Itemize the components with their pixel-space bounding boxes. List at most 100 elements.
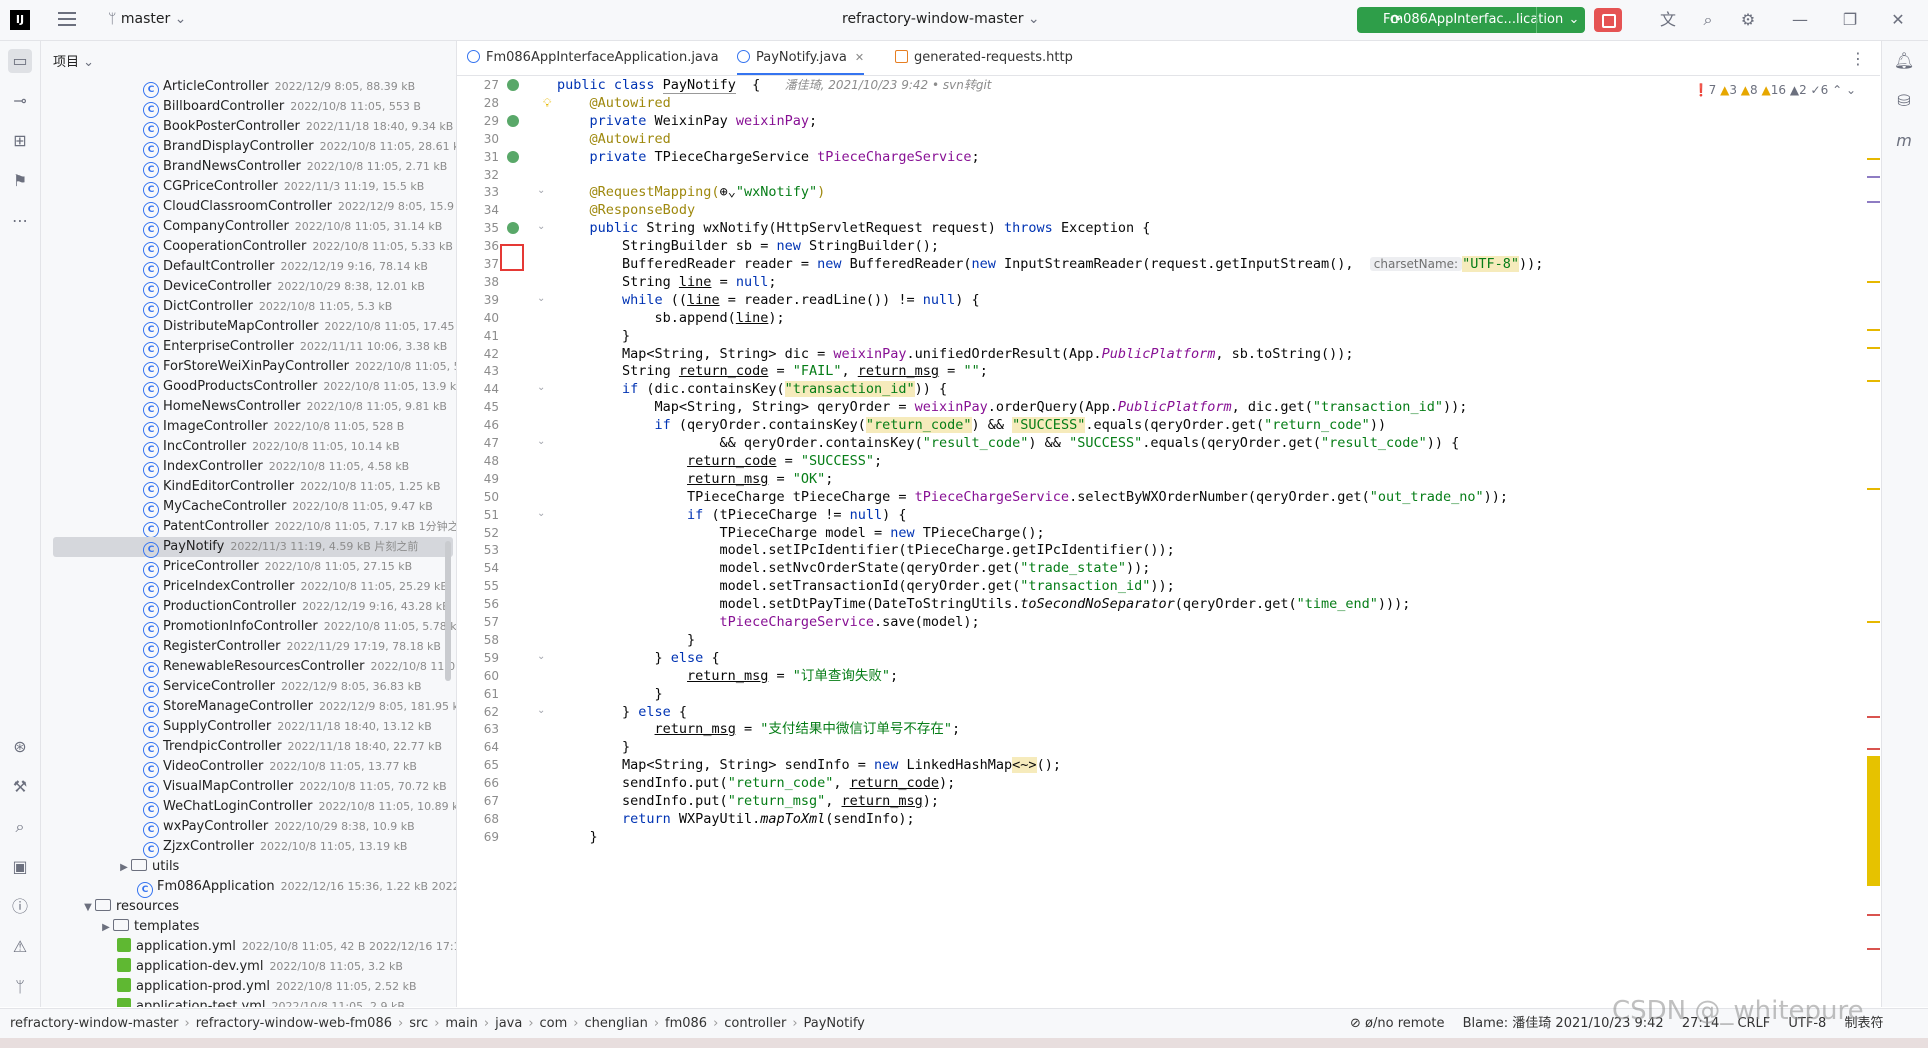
close-icon[interactable]: ✕ bbox=[855, 51, 864, 64]
tree-item[interactable]: ▼ resources bbox=[41, 897, 456, 917]
tree-item[interactable]: C PatentController 2022/10/8 11:05, 7.17 k… bbox=[41, 517, 456, 538]
stop-button[interactable] bbox=[1594, 8, 1622, 32]
tree-item[interactable]: C StoreManageController 2022/12/9 8:05, 18… bbox=[41, 697, 456, 718]
find-icon[interactable]: ⌕ bbox=[8, 815, 32, 839]
maven-icon[interactable]: m bbox=[1892, 129, 1916, 153]
line-number[interactable]: 69 bbox=[457, 826, 499, 848]
fold-icon[interactable]: ⌄ bbox=[537, 293, 545, 304]
tree-item[interactable]: C WeChatLoginController 2022/10/8 11:05, 1… bbox=[41, 797, 456, 818]
tree-item[interactable]: C DeviceController 2022/10/29 8:38, 12.01 … bbox=[41, 277, 456, 298]
code-line[interactable]: return WXPayUtil.mapToXml(sendInfo); bbox=[557, 808, 915, 830]
breadcrumb-item[interactable]: com bbox=[540, 1016, 568, 1031]
tree-item[interactable]: C IncController 2022/10/8 11:05, 10.14 kB bbox=[41, 437, 456, 458]
services-icon[interactable]: ⊛ bbox=[8, 735, 32, 759]
spring-bean-icon[interactable] bbox=[507, 79, 519, 91]
stripe-mark[interactable] bbox=[1867, 948, 1880, 950]
chevron-down-icon[interactable]: ⌄ bbox=[1536, 7, 1585, 33]
stripe-block[interactable] bbox=[1867, 756, 1880, 886]
tree-item[interactable]: C CompanyController 2022/10/8 11:05, 31.14… bbox=[41, 217, 456, 238]
tree-item[interactable]: C BookPosterController 2022/11/18 18:40, 9… bbox=[41, 117, 456, 138]
stripe-mark[interactable] bbox=[1867, 281, 1880, 283]
tree-item[interactable]: C ZjzxController 2022/10/8 11:05, 13.19 kB bbox=[41, 837, 456, 858]
tree-item[interactable]: C TrendpicController 2022/11/18 18:40, 22.… bbox=[41, 737, 456, 758]
tree-item[interactable]: C CooperationController 2022/10/8 11:05, 5… bbox=[41, 237, 456, 258]
tree-item[interactable]: C PromotionInfoController 2022/10/8 11:05,… bbox=[41, 617, 456, 638]
spring-bean-icon[interactable] bbox=[507, 114, 519, 127]
tree-item[interactable]: application-prod.yml 2022/10/8 11:05, 2.5… bbox=[41, 977, 456, 997]
tree-item[interactable]: C DistributeMapController 2022/10/8 11:05,… bbox=[41, 317, 456, 338]
stripe-mark[interactable] bbox=[1867, 347, 1880, 349]
structure-icon[interactable]: ⊞ bbox=[8, 129, 32, 153]
fold-icon[interactable]: ⌄ bbox=[537, 508, 545, 519]
project-folder-icon[interactable]: ▭ bbox=[8, 49, 32, 73]
more-icon[interactable]: ⋯ bbox=[8, 209, 32, 233]
fold-icon[interactable]: ⌄ bbox=[537, 382, 545, 393]
project-selector[interactable]: refractory-window-master ⌄ bbox=[842, 11, 1040, 27]
bookmark-icon[interactable]: ⚑ bbox=[8, 169, 32, 193]
spring-bean-icon[interactable] bbox=[507, 150, 519, 163]
warning-icon[interactable]: ⚠ bbox=[8, 935, 32, 959]
tree-item[interactable]: C CloudClassroomController 2022/12/9 8:05,… bbox=[41, 197, 456, 218]
tab-paynotify[interactable]: PayNotify.java ✕ bbox=[737, 41, 865, 75]
fold-icon[interactable]: ⌄ bbox=[537, 185, 545, 196]
tree-item[interactable]: C KindEditorController 2022/10/8 11:05, 1.… bbox=[41, 477, 456, 498]
tree-item[interactable]: C IndexController 2022/10/8 11:05, 4.58 kB bbox=[41, 457, 456, 478]
tree-item[interactable]: C CGPriceController 2022/11/3 11:19, 15.5 … bbox=[41, 177, 456, 198]
stripe-mark[interactable] bbox=[1867, 201, 1880, 203]
fold-icon[interactable]: ⌄ bbox=[537, 705, 545, 716]
code-area[interactable]: public class PayNotify { 潘佳琦, 2021/10/23… bbox=[557, 76, 1857, 1007]
tree-item[interactable]: C EnterpriseController 2022/11/11 10:06, 3… bbox=[41, 337, 456, 358]
search-icon[interactable]: ⌕ bbox=[1698, 10, 1718, 30]
project-scrollbar[interactable] bbox=[445, 541, 451, 681]
stripe-mark[interactable] bbox=[1867, 914, 1880, 916]
stripe-mark[interactable] bbox=[1867, 748, 1880, 750]
breadcrumb-item[interactable]: fm086 bbox=[665, 1016, 707, 1031]
tree-item[interactable]: C RegisterController 2022/11/29 17:19, 78.… bbox=[41, 637, 456, 658]
inspection-widget[interactable]: ❗7 ▲3 ▲8 ▲16 ▲2 ✓6 ⌃ ⌄ bbox=[1694, 83, 1856, 97]
fold-icon[interactable]: ⌄ bbox=[537, 651, 545, 662]
tree-item[interactable]: C ForStoreWeiXinPayController 2022/10/8 11… bbox=[41, 357, 456, 378]
lightbulb-icon[interactable]: 💡︎ bbox=[543, 96, 551, 111]
tree-item[interactable]: application-dev.yml 2022/10/8 11:05, 3.2 … bbox=[41, 957, 456, 977]
maximize-icon[interactable]: ❐ bbox=[1840, 10, 1860, 30]
gear-icon[interactable]: ⚙ bbox=[1738, 10, 1758, 30]
error-stripe[interactable] bbox=[1867, 76, 1880, 1007]
close-icon[interactable]: ✕ bbox=[1888, 10, 1908, 30]
tree-item[interactable]: C DefaultController 2022/12/19 9:16, 78.14… bbox=[41, 257, 456, 278]
tree-item[interactable]: C HomeNewsController 2022/10/8 11:05, 9.81… bbox=[41, 397, 456, 418]
tree-item[interactable]: C VisualMapController 2022/10/8 11:05, 70.… bbox=[41, 777, 456, 798]
translate-icon[interactable]: 文 bbox=[1658, 10, 1678, 30]
tab-fm086-application[interactable]: Fm086AppInterfaceApplication.java bbox=[467, 41, 719, 75]
tree-item[interactable]: C RenewableResourcesController 2022/10/8 1… bbox=[41, 657, 456, 678]
tree-item[interactable]: C BrandNewsController 2022/10/8 11:05, 2.7… bbox=[41, 157, 456, 178]
terminal-icon[interactable]: ▣ bbox=[8, 855, 32, 879]
tree-item[interactable]: C ArticleController 2022/12/9 8:05, 88.39 … bbox=[41, 77, 456, 98]
breadcrumb-item[interactable]: PayNotify bbox=[804, 1016, 865, 1031]
chevron-down-icon[interactable]: ⌄ bbox=[1842, 83, 1856, 97]
stripe-mark[interactable] bbox=[1867, 329, 1880, 331]
branch-selector[interactable]: ᛘ master ⌄ bbox=[108, 11, 186, 27]
code-line[interactable]: private TPieceChargeService tPieceCharge… bbox=[557, 146, 980, 168]
breadcrumb-item[interactable]: main bbox=[445, 1016, 477, 1031]
main-menu-icon[interactable] bbox=[58, 12, 76, 26]
code-line[interactable]: } bbox=[557, 826, 598, 848]
spring-bean-icon[interactable] bbox=[507, 222, 519, 235]
chevron-right-icon[interactable]: ▶ bbox=[99, 918, 113, 938]
breadcrumb-item[interactable]: controller bbox=[724, 1016, 786, 1031]
git-icon[interactable]: ᛘ bbox=[8, 975, 32, 999]
tree-item[interactable]: CwxPayController 2022/10/29 8:38, 10.9 kB bbox=[41, 817, 456, 838]
tree-item[interactable]: C MyCacheController 2022/10/8 11:05, 9.47 … bbox=[41, 497, 456, 518]
chevron-right-icon[interactable]: ▶ bbox=[117, 858, 131, 878]
tree-item[interactable]: C PriceIndexController 2022/10/8 11:05, 25… bbox=[41, 577, 456, 598]
notifications-icon[interactable]: 🔔︎ bbox=[1892, 49, 1916, 73]
tree-item[interactable]: C SupplyController 2022/11/18 18:40, 13.12… bbox=[41, 717, 456, 738]
tree-item[interactable]: C ProductionController 2022/12/19 9:16, 43… bbox=[41, 597, 456, 618]
commit-icon[interactable]: ⊸ bbox=[8, 89, 32, 113]
stripe-mark[interactable] bbox=[1867, 158, 1880, 160]
breadcrumb-item[interactable]: chenglian bbox=[585, 1016, 648, 1031]
vcs-status[interactable]: ø/no remote bbox=[1365, 1016, 1444, 1031]
tree-item[interactable]: C BillboardController 2022/10/8 11:05, 553… bbox=[41, 97, 456, 118]
fold-icon[interactable]: ⌄ bbox=[537, 436, 545, 447]
tab-generated-requests[interactable]: generated-requests.http bbox=[895, 41, 1073, 75]
tree-item[interactable]: C ImageController 2022/10/8 11:05, 528 B bbox=[41, 417, 456, 438]
